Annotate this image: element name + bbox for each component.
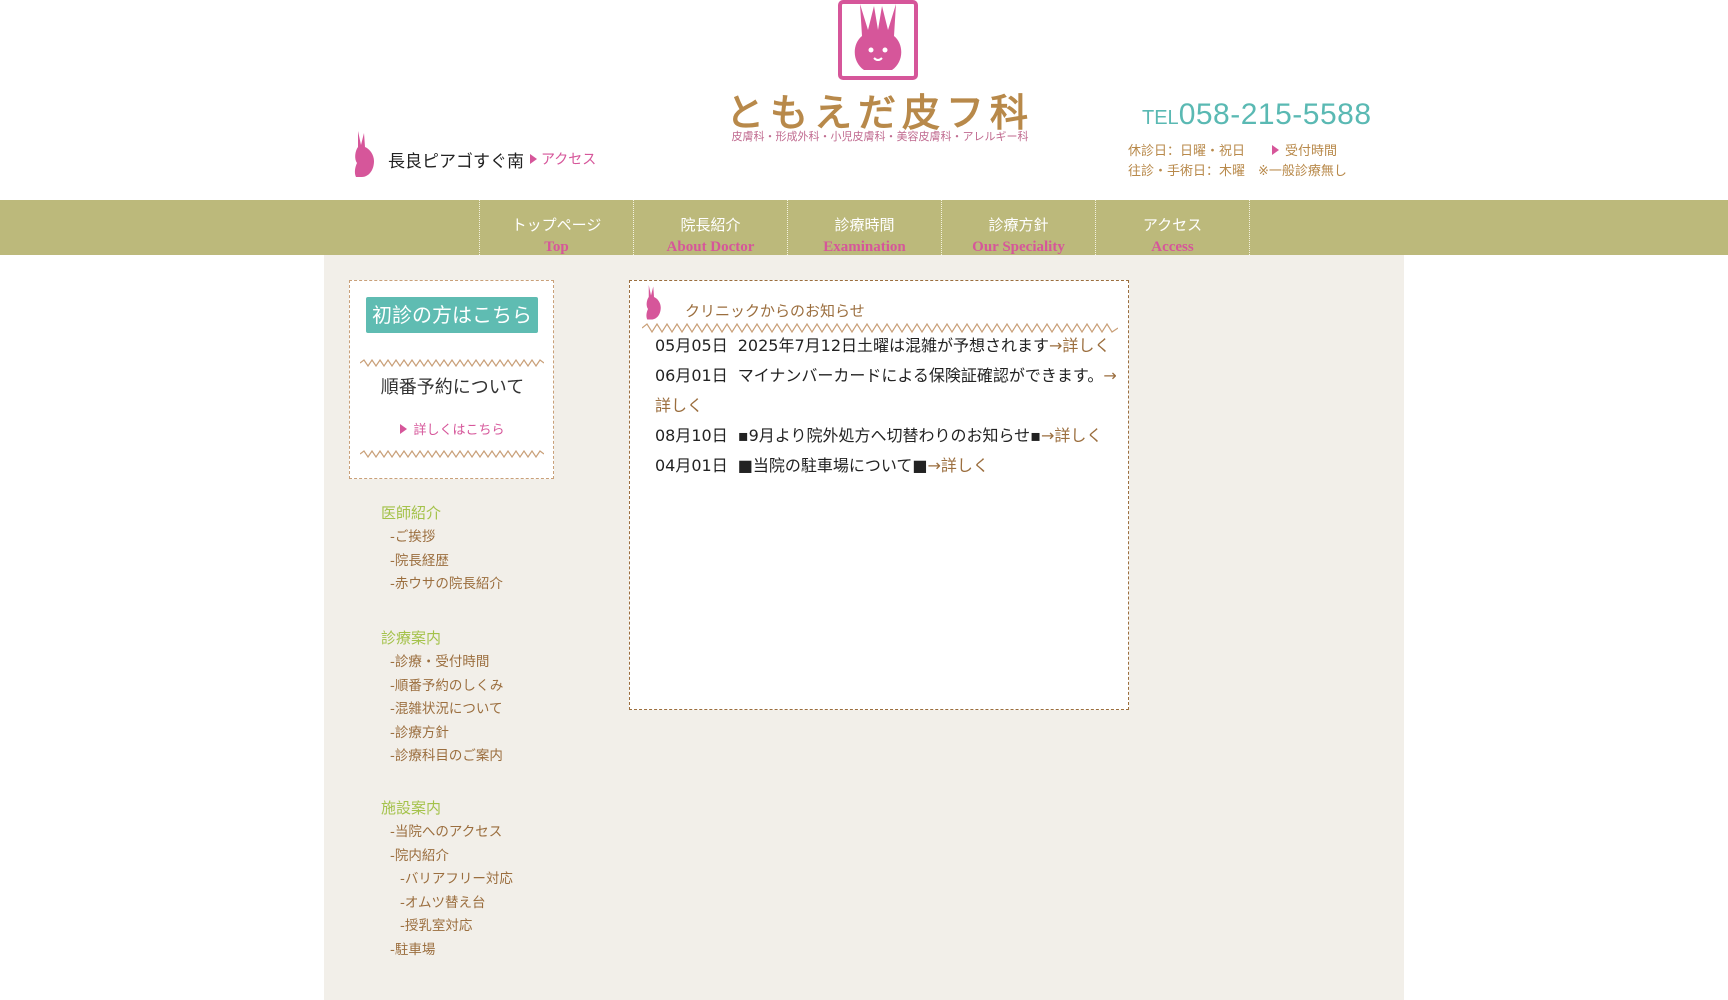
nav-item-examination[interactable]: 診療時間 Examination <box>788 200 942 255</box>
news-item: 05月05日 2025年7月12日土曜は混雑が予想されます→詳しく <box>655 331 1121 361</box>
news-date: 04月01日 <box>655 456 728 475</box>
news-date: 05月05日 <box>655 336 728 355</box>
hours-link-label: 受付時間 <box>1285 144 1338 159</box>
main-content: 初診の方はこちら 順番予約について 詳しくはこちら 医師紹介 -ご挨拶 -院長経… <box>324 255 1404 1000</box>
news-text: 2025年7月12日土曜は混雑が予想されます <box>737 336 1049 355</box>
nav-label-jp: アクセス <box>1142 216 1203 234</box>
sidebar-group-facility: 施設案内 -当院へのアクセス -院内紹介 -バリアフリー対応 -オムツ替え台 -… <box>381 797 513 962</box>
visit-days-text: 往診・手術日：木曜 ※一般診療無し <box>1128 164 1347 179</box>
news-item: 06月01日 マイナンバーカードによる保険証確認ができます。→詳しく <box>655 361 1121 421</box>
first-visit-box: 初診の方はこちら 順番予約について 詳しくはこちら <box>349 280 554 479</box>
logo-subtitle: 皮膚科・形成外科・小児皮膚科・美容皮膚科・アレルギー科 <box>731 130 1029 143</box>
header-access-link[interactable]: アクセス <box>530 149 596 169</box>
news-date: 06月01日 <box>655 366 728 385</box>
nav-label-en: About Doctor <box>666 239 755 255</box>
sidebar-link[interactable]: -診療科目のご案内 <box>381 745 503 769</box>
sidebar-link[interactable]: -オムツ替え台 <box>381 892 513 916</box>
sidebar-heading[interactable]: 医師紹介 <box>381 502 503 523</box>
nav-label-jp: 診療方針 <box>988 216 1049 234</box>
news-text: ■当院の駐車場について■ <box>737 456 928 475</box>
sidebar-heading[interactable]: 診療案内 <box>381 627 503 648</box>
site-header: 長良ピアゴすぐ南 アクセス ともえだ皮フ科 皮膚科・形成外科・小児皮膚科・美容皮… <box>0 0 1728 200</box>
nav-label-en: Our Speciality <box>972 239 1065 255</box>
nav-label-en: Access <box>1151 239 1194 255</box>
rabbit-icon <box>646 285 661 320</box>
zigzag-divider <box>360 450 544 458</box>
sidebar-link[interactable]: -混雑状況について <box>381 698 503 722</box>
nav-item-about-doctor[interactable]: 院長紹介 About Doctor <box>634 200 788 255</box>
zigzag-divider <box>360 359 544 367</box>
sidebar-link[interactable]: -バリアフリー対応 <box>381 868 513 892</box>
nav-item-access[interactable]: アクセス Access <box>1096 200 1250 255</box>
first-visit-button[interactable]: 初診の方はこちら <box>366 297 538 333</box>
sidebar-link[interactable]: -当院へのアクセス <box>381 821 513 845</box>
nav-label-jp: 院長紹介 <box>680 216 741 234</box>
news-item: 04月01日 ■当院の駐車場について■→詳しく <box>655 451 1121 481</box>
triangle-right-icon <box>400 423 408 434</box>
news-item: 08月10日 ▪9月より院外処方へ切替わりのお知らせ▪→詳しく <box>655 421 1121 451</box>
sidebar-link[interactable]: -院内紹介 <box>381 845 513 869</box>
news-box: クリニックからのお知らせ 05月05日 2025年7月12日土曜は混雑が予想されま… <box>629 280 1129 710</box>
nav-item-speciality[interactable]: 診療方針 Our Speciality <box>942 200 1096 255</box>
nav-label-en: Examination <box>823 239 906 255</box>
tel-number: 058-215-5588 <box>1178 98 1372 131</box>
sidebar-link[interactable]: -授乳室対応 <box>381 915 513 939</box>
sidebar-link[interactable]: -診療方針 <box>381 722 503 746</box>
sidebar-link[interactable]: -診療・受付時間 <box>381 651 503 675</box>
news-more-link[interactable]: →詳しく <box>928 456 989 475</box>
triangle-right-icon <box>530 154 537 164</box>
news-more-link[interactable]: →詳しく <box>1041 426 1102 445</box>
reservation-detail-link[interactable]: 詳しくはこちら <box>350 419 555 438</box>
nav-label-en: Top <box>544 239 569 255</box>
rabbit-logo-icon <box>838 0 918 80</box>
location-text: 長良ピアゴすぐ南 <box>388 152 524 172</box>
sidebar-link[interactable]: -院長経歴 <box>381 550 503 574</box>
news-title: クリニックからのお知らせ <box>685 302 865 320</box>
sidebar-group-doctor: 医師紹介 -ご挨拶 -院長経歴 -赤ウサの院長紹介 <box>381 502 503 597</box>
reservation-title: 順番予約について <box>380 377 525 398</box>
news-list: 05月05日 2025年7月12日土曜は混雑が予想されます→詳しく 06月01日マ… <box>655 331 1121 481</box>
rabbit-icon <box>354 131 374 177</box>
main-navigation: トップページ Top 院長紹介 About Doctor 診療時間 Examin… <box>0 200 1728 255</box>
nav-label-jp: 診療時間 <box>834 216 895 234</box>
news-text: マイナンバーカードによる保険証確認ができます。 <box>737 366 1104 385</box>
sidebar-link[interactable]: -順番予約のしくみ <box>381 675 503 699</box>
reservation-detail-label: 詳しくはこちら <box>413 423 505 438</box>
tel-prefix: TEL <box>1142 107 1179 129</box>
header-access-label: アクセス <box>541 152 597 168</box>
closed-days-text: 休診日：日曜・祝日 <box>1128 144 1246 159</box>
sidebar-link[interactable]: -ご挨拶 <box>381 526 503 550</box>
news-more-link[interactable]: →詳しく <box>1049 336 1110 355</box>
nav-item-top[interactable]: トップページ Top <box>480 200 634 255</box>
sidebar-link[interactable]: -駐車場 <box>381 939 513 963</box>
triangle-right-icon <box>1272 144 1279 155</box>
sidebar-link[interactable]: -赤ウサの院長紹介 <box>381 573 503 597</box>
news-date: 08月10日 <box>655 426 728 445</box>
news-text: ▪9月より院外処方へ切替わりのお知らせ▪ <box>737 426 1041 445</box>
sidebar-group-clinic-info: 診療案内 -診療・受付時間 -順番予約のしくみ -混雑状況について -診療方針 … <box>381 627 503 769</box>
phone-number[interactable]: TEL058-215-5588 <box>1142 98 1372 132</box>
nav-label-jp: トップページ <box>511 216 602 234</box>
clinic-logo[interactable]: ともえだ皮フ科 皮膚科・形成外科・小児皮膚科・美容皮膚科・アレルギー科 <box>700 0 1060 150</box>
nav-items: トップページ Top 院長紹介 About Doctor 診療時間 Examin… <box>479 200 1250 255</box>
hours-link[interactable]: 受付時間 <box>1272 140 1337 159</box>
sidebar-heading[interactable]: 施設案内 <box>381 797 513 818</box>
